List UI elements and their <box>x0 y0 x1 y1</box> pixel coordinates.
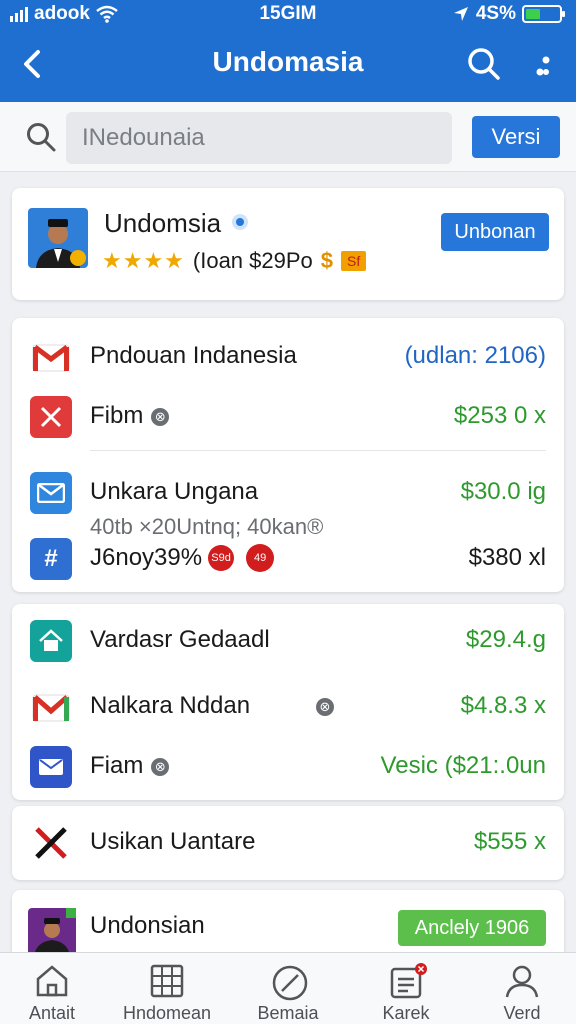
list-item-name: Vardasr Gedaadl <box>90 626 270 653</box>
list-item-name: Nalkara Nddan <box>90 692 251 719</box>
bottom-navigation: Antait Hndomean Bemaia Karek Verd <box>0 952 576 1024</box>
tab-label: Bemaia <box>257 1003 319 1023</box>
list-item-value: $30.0 ig <box>460 478 546 505</box>
tab-label: Verd <box>503 1003 541 1023</box>
more-options-icon[interactable] <box>528 48 558 84</box>
list-item-value: $380 xl <box>468 544 546 571</box>
list-item-value: (udlan: 2106) <box>404 342 546 369</box>
list-item-value: $4.8.3 x <box>460 692 546 719</box>
list-item-name: Fiam <box>90 752 144 779</box>
tab-catalog[interactable]: Hndomean <box>117 959 217 1023</box>
divider <box>90 450 546 451</box>
list-item-name: J6noy39% <box>90 544 203 571</box>
status-button[interactable]: Anclely 1906 <box>398 910 546 946</box>
list-item[interactable]: Usikan Uantare $555 x <box>12 812 564 872</box>
list-item-label: Fibm ⊗ <box>90 402 170 430</box>
info-icon: ⊗ <box>151 407 170 426</box>
info-icon: ⊗ <box>151 757 170 776</box>
tab-label: Karek <box>382 1003 430 1023</box>
search-icon[interactable] <box>464 44 504 84</box>
list-card-2: Vardasr Gedaadl $29.4.g Nalkara Nddan ⊗ … <box>12 604 564 800</box>
tab-home[interactable]: Antait <box>2 959 102 1023</box>
location-arrow-icon <box>453 7 468 21</box>
tab-profile[interactable]: Verd <box>472 959 572 1023</box>
hashtag-icon: # <box>30 538 72 580</box>
avatar <box>28 908 76 956</box>
document-icon <box>390 963 427 999</box>
profile-action-button[interactable]: Unbonan <box>441 213 549 251</box>
mail-icon <box>30 746 72 788</box>
tag-badge: Sf <box>341 251 367 271</box>
mail-icon <box>30 472 72 514</box>
list-item[interactable]: Vardasr Gedaadl $29.4.g <box>12 610 564 670</box>
user-icon <box>505 965 539 998</box>
info-icon: ⊗ <box>316 698 334 716</box>
status-bar: adook 15GIM 4S% <box>0 0 576 28</box>
list-card-1: Pndouan Indanesia (udlan: 2106) Fibm ⊗ $2… <box>12 318 564 592</box>
tab-label: Hndomean <box>122 1003 212 1023</box>
grid-icon <box>150 964 184 998</box>
list-card-3: Usikan Uantare $555 x <box>12 806 564 880</box>
price-icon: $ <box>320 248 334 273</box>
battery-level <box>526 9 541 19</box>
battery-icon <box>522 5 565 23</box>
battery-percent: 4S% <box>475 3 516 24</box>
close-x-icon <box>30 396 72 438</box>
compass-icon <box>272 965 308 1001</box>
tab-orders[interactable]: Karek <box>356 959 456 1023</box>
list-item-name: Undonsian <box>90 912 205 939</box>
home-icon <box>36 965 68 997</box>
list-item-name: Usikan Uantare <box>90 828 256 855</box>
list-item[interactable]: Fibm ⊗ $253 0 x <box>12 386 564 446</box>
app-header: adook 15GIM 4S% Undomasia <box>0 0 576 102</box>
list-item-name: Unkara Ungana <box>90 478 259 505</box>
avatar <box>28 208 88 268</box>
list-item[interactable]: Pndouan Indanesia (udlan: 2106) <box>12 326 564 386</box>
profile-card[interactable]: Undomsia ★★★★ (Ioan $29Po $ Sf Unbonan <box>12 188 564 300</box>
rating-stars: ★★★★ <box>102 248 185 273</box>
search-icon <box>27 123 56 152</box>
alert-badge: 49 <box>246 544 275 572</box>
alert-badge: S9d <box>208 545 235 571</box>
search-input[interactable] <box>66 112 452 164</box>
gmail-icon <box>30 686 72 728</box>
rating-text: (Ioan $29Po <box>192 248 313 273</box>
verified-icon <box>232 214 248 230</box>
list-item-name: Fibm <box>90 402 144 429</box>
home-icon <box>30 620 72 662</box>
list-item-name: Pndouan Indanesia <box>90 342 297 369</box>
list-item[interactable]: Nalkara Nddan ⊗ $4.8.3 x <box>12 676 564 736</box>
list-item-value: $253 0 x <box>453 402 546 429</box>
tab-label: Antait <box>28 1003 76 1023</box>
tab-explore[interactable]: Bemaia <box>238 959 338 1023</box>
profile-name: Undomsia <box>104 208 222 238</box>
close-x-icon <box>30 822 72 864</box>
list-item-value: Vesic ($21:.0un <box>380 752 546 779</box>
profile-meta: ★★★★ (Ioan $29Po $ Sf <box>102 248 367 274</box>
list-item[interactable]: Fiam ⊗ Vesic ($21:.0un <box>12 736 564 796</box>
list-item-label: J6noy39% S9d 49 <box>90 544 275 572</box>
search-submit-button[interactable]: Versi <box>472 116 560 158</box>
list-item-value: $555 x <box>473 828 546 855</box>
list-item-value: $29.4.g <box>465 626 546 653</box>
list-item[interactable]: # J6noy39% S9d 49 $380 xl <box>12 528 564 588</box>
list-item[interactable]: Undonsian Anclely 1906 <box>12 896 564 956</box>
gmail-icon <box>30 336 72 378</box>
list-item-label: Fiam ⊗ <box>90 752 170 780</box>
